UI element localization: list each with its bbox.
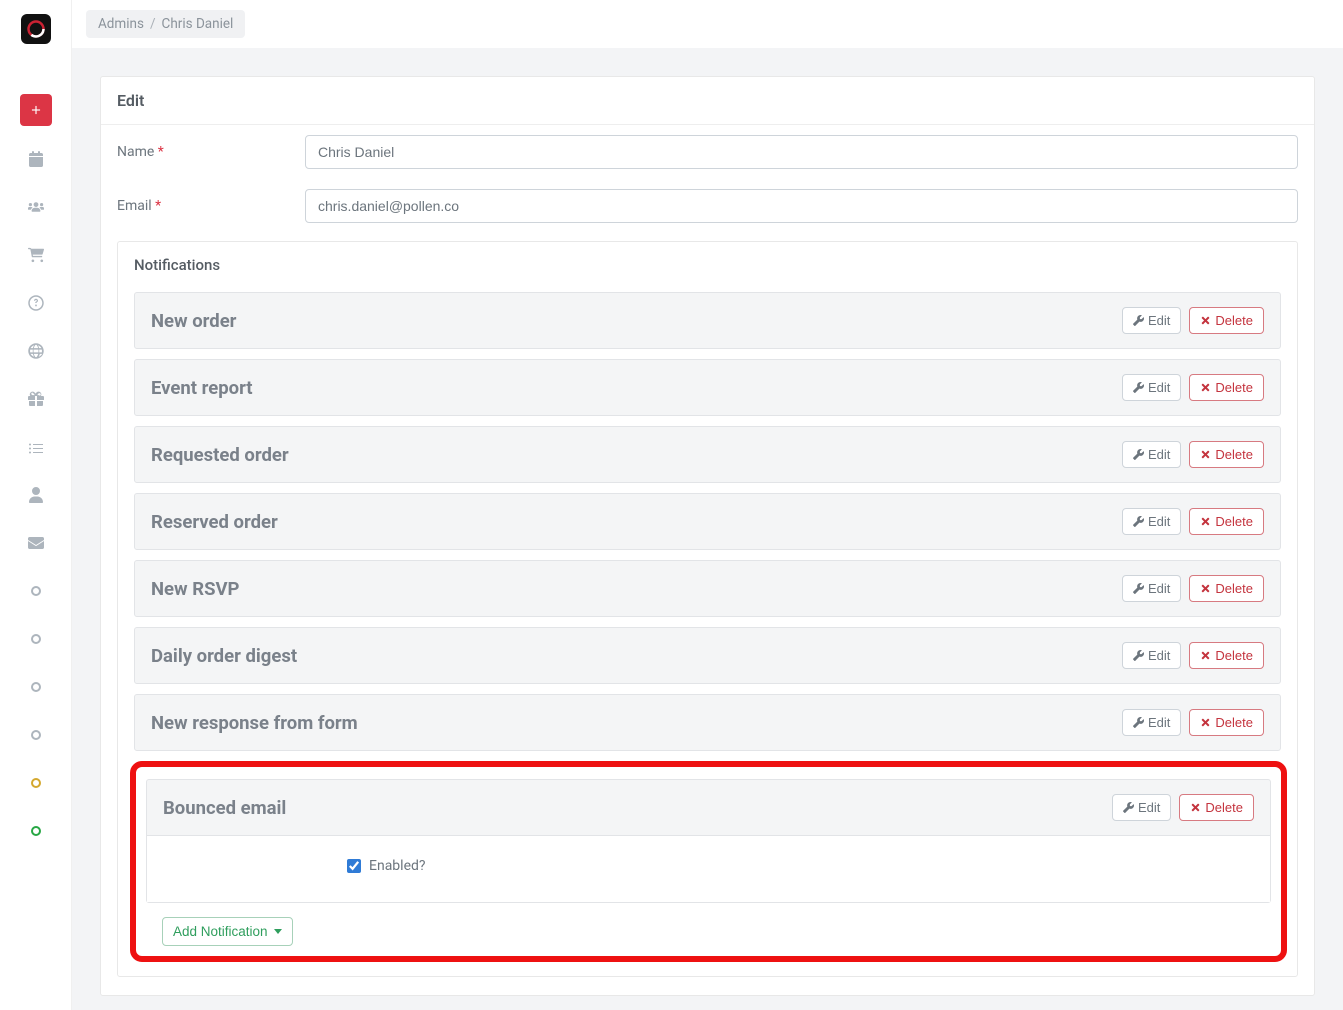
- list-icon[interactable]: [18, 432, 54, 462]
- delete-button[interactable]: Delete: [1179, 794, 1254, 821]
- email-label: Email *: [117, 198, 305, 214]
- notification-item: New order Edit Delete: [134, 292, 1281, 349]
- notifications-panel: Notifications New orderEditDeleteEvent r…: [117, 241, 1298, 977]
- close-icon: [1200, 449, 1211, 460]
- close-icon: [1200, 717, 1211, 728]
- edit-button[interactable]: Edit: [1122, 709, 1181, 736]
- app-logo[interactable]: [21, 14, 51, 44]
- breadcrumb-current: Chris Daniel: [162, 16, 234, 32]
- sidebar: [0, 0, 72, 1010]
- edit-heading: Edit: [101, 77, 1314, 125]
- edit-button[interactable]: Edit: [1122, 575, 1181, 602]
- cart-icon[interactable]: [18, 240, 54, 270]
- wrench-icon: [1133, 382, 1144, 393]
- notification-body: Enabled?: [147, 835, 1270, 902]
- notification-item: New response from form Edit Delete: [134, 694, 1281, 751]
- delete-button[interactable]: Delete: [1189, 508, 1264, 535]
- topbar: Admins / Chris Daniel: [72, 0, 1343, 48]
- wrench-icon: [1133, 516, 1144, 527]
- edit-button[interactable]: Edit: [1122, 374, 1181, 401]
- notification-title: New response from form: [151, 712, 358, 734]
- add-button[interactable]: [20, 94, 52, 126]
- notification-title: New RSVP: [151, 578, 239, 600]
- wrench-icon: [1133, 650, 1144, 661]
- delete-button[interactable]: Delete: [1189, 441, 1264, 468]
- wrench-icon: [1133, 449, 1144, 460]
- name-label: Name *: [117, 144, 305, 160]
- delete-button[interactable]: Delete: [1189, 374, 1264, 401]
- edit-button[interactable]: Edit: [1122, 508, 1181, 535]
- wrench-icon: [1133, 315, 1144, 326]
- enabled-label: Enabled?: [369, 858, 426, 874]
- notification-title: Requested order: [151, 444, 289, 466]
- highlight-box: Bounced email Edit Delete: [130, 761, 1287, 962]
- delete-button[interactable]: Delete: [1189, 575, 1264, 602]
- breadcrumb-parent[interactable]: Admins: [98, 16, 144, 32]
- notification-title: Bounced email: [163, 797, 286, 819]
- wrench-icon: [1123, 802, 1134, 813]
- notification-title: Reserved order: [151, 511, 278, 533]
- add-notification-button[interactable]: Add Notification: [162, 917, 293, 946]
- close-icon: [1200, 650, 1211, 661]
- wrench-icon: [1133, 717, 1144, 728]
- delete-button[interactable]: Delete: [1189, 307, 1264, 334]
- users-icon[interactable]: [18, 192, 54, 222]
- status-circle-green[interactable]: [18, 816, 54, 846]
- notification-item: Daily order digest Edit Delete: [134, 627, 1281, 684]
- notification-title: Event report: [151, 377, 253, 399]
- help-icon[interactable]: [18, 288, 54, 318]
- close-icon: [1200, 516, 1211, 527]
- edit-button[interactable]: Edit: [1112, 794, 1171, 821]
- notification-title: New order: [151, 310, 236, 332]
- close-icon: [1200, 583, 1211, 594]
- name-input[interactable]: [305, 135, 1298, 169]
- mail-icon[interactable]: [18, 528, 54, 558]
- notification-item: Event report Edit Delete: [134, 359, 1281, 416]
- user-icon[interactable]: [18, 480, 54, 510]
- notifications-heading: Notifications: [118, 242, 1297, 284]
- enabled-checkbox[interactable]: [347, 859, 361, 873]
- main-area: Admins / Chris Daniel Edit Name * Email …: [72, 0, 1343, 1010]
- notification-item: Requested order Edit Delete: [134, 426, 1281, 483]
- gift-icon[interactable]: [18, 384, 54, 414]
- globe-icon[interactable]: [18, 336, 54, 366]
- notification-item-expanded: Bounced email Edit Delete: [146, 779, 1271, 903]
- notification-title: Daily order digest: [151, 645, 297, 667]
- status-circle-yellow[interactable]: [18, 768, 54, 798]
- edit-card: Edit Name * Email * Notifications New or…: [100, 76, 1315, 996]
- close-icon: [1200, 382, 1211, 393]
- status-circle-1[interactable]: [18, 576, 54, 606]
- delete-button[interactable]: Delete: [1189, 642, 1264, 669]
- edit-button[interactable]: Edit: [1122, 307, 1181, 334]
- close-icon: [1190, 802, 1201, 813]
- notification-item: Reserved order Edit Delete: [134, 493, 1281, 550]
- status-circle-4[interactable]: [18, 720, 54, 750]
- delete-button[interactable]: Delete: [1189, 709, 1264, 736]
- calendar-icon[interactable]: [18, 144, 54, 174]
- breadcrumb: Admins / Chris Daniel: [86, 10, 245, 38]
- breadcrumb-sep: /: [150, 16, 156, 32]
- edit-button[interactable]: Edit: [1122, 441, 1181, 468]
- status-circle-2[interactable]: [18, 624, 54, 654]
- edit-button[interactable]: Edit: [1122, 642, 1181, 669]
- email-input[interactable]: [305, 189, 1298, 223]
- close-icon: [1200, 315, 1211, 326]
- wrench-icon: [1133, 583, 1144, 594]
- status-circle-3[interactable]: [18, 672, 54, 702]
- notification-item: New RSVP Edit Delete: [134, 560, 1281, 617]
- caret-down-icon: [274, 929, 282, 934]
